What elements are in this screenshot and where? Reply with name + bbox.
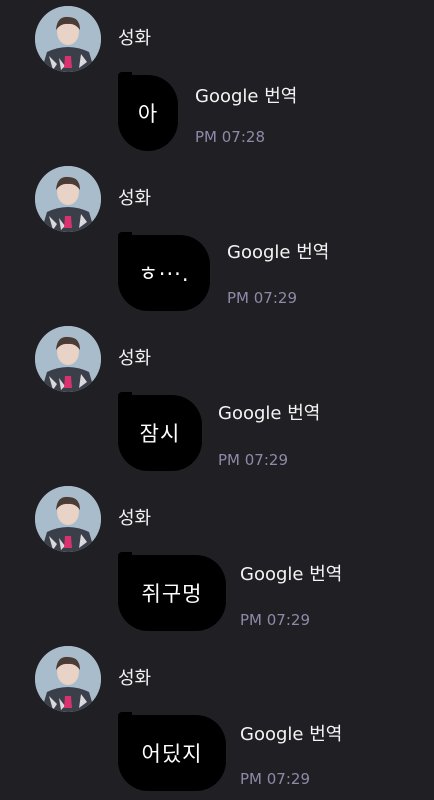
message-time: PM 07:29	[218, 451, 288, 469]
translation-app-label[interactable]: Google 번역	[240, 564, 342, 586]
message-time: PM 07:29	[240, 770, 310, 788]
message-time: PM 07:29	[240, 611, 310, 629]
message-bubble[interactable]: 잠시	[118, 395, 202, 471]
message-time: PM 07:29	[227, 289, 297, 307]
translation-app-label[interactable]: Google 번역	[218, 403, 320, 425]
sender-name: 성화	[118, 668, 152, 689]
message-item: 성화 잠시 Google 번역 PM 07:29	[0, 320, 434, 480]
message-item: 성화 ㅎ···. Google 번역 PM 07:29	[0, 160, 434, 320]
message-bubble[interactable]: 어딨지	[118, 715, 226, 791]
translation-app-label[interactable]: Google 번역	[227, 242, 329, 264]
message-time: PM 07:28	[195, 128, 265, 146]
avatar[interactable]	[35, 166, 101, 232]
message-item: 성화 아 Google 번역 PM 07:28	[0, 0, 434, 160]
message-bubble[interactable]: ㅎ···.	[118, 235, 210, 311]
message-bubble[interactable]: 쥐구멍	[118, 555, 226, 631]
sender-name: 성화	[118, 508, 152, 529]
translation-app-label[interactable]: Google 번역	[240, 724, 342, 746]
sender-name: 성화	[118, 348, 152, 369]
avatar[interactable]	[35, 326, 101, 392]
chat-log: 성화 아 Google 번역 PM 07:28 성화 ㅎ···. Google …	[0, 0, 434, 800]
sender-name: 성화	[118, 188, 152, 209]
avatar[interactable]	[35, 486, 101, 552]
message-bubble[interactable]: 아	[118, 75, 178, 151]
message-item: 성화 어딨지 Google 번역 PM 07:29	[0, 640, 434, 800]
avatar[interactable]	[35, 646, 101, 712]
translation-app-label[interactable]: Google 번역	[195, 86, 297, 108]
avatar[interactable]	[35, 6, 101, 72]
message-item: 성화 쥐구멍 Google 번역 PM 07:29	[0, 480, 434, 640]
sender-name: 성화	[118, 28, 152, 49]
